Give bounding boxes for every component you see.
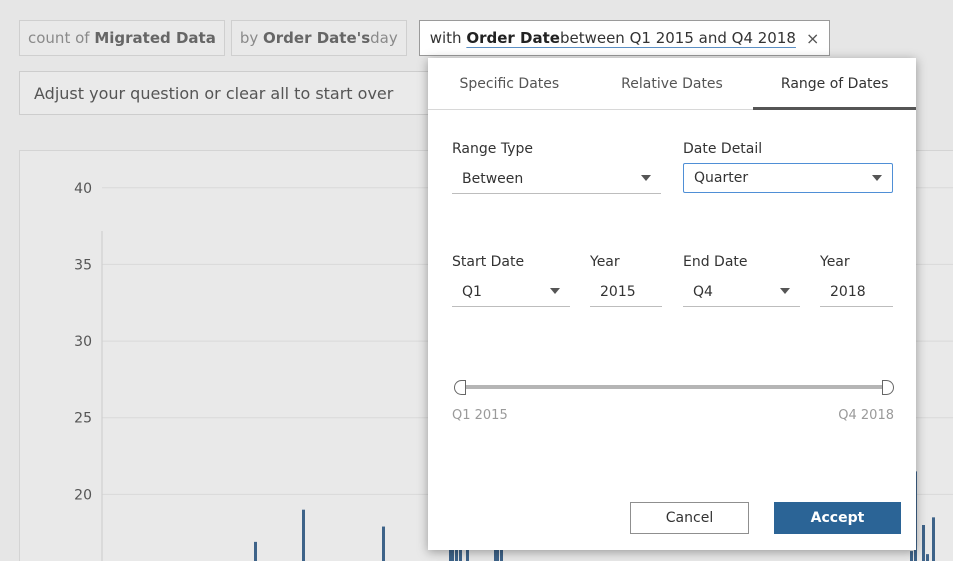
end-date-value: Q4 (693, 283, 713, 300)
bar[interactable] (926, 554, 929, 561)
dimension-pill[interactable]: by Order Date's day (230, 20, 407, 56)
range-type-label: Range Type (452, 141, 533, 157)
y-tick-label: 30 (74, 334, 92, 350)
slider-end-handle[interactable] (882, 380, 894, 395)
bar[interactable] (910, 551, 913, 561)
dimension-prefix: by (239, 29, 259, 47)
slider-start-label: Q1 2015 (452, 408, 508, 423)
slider-track (462, 385, 886, 389)
chevron-down-icon (872, 175, 882, 181)
tab-relative-dates[interactable]: Relative Dates (591, 58, 754, 109)
slider-start-handle[interactable] (454, 380, 466, 395)
dimension-field: Order Date's (263, 29, 371, 47)
accept-button[interactable]: Accept (774, 502, 901, 534)
date-filter-popup: Specific Dates Relative Dates Range of D… (428, 58, 916, 550)
date-range-slider[interactable] (454, 380, 894, 396)
bar[interactable] (302, 509, 305, 561)
date-detail-value: Quarter (694, 170, 749, 186)
chevron-down-icon (550, 288, 560, 294)
range-type-dropdown[interactable]: Between (452, 164, 661, 194)
end-year-input[interactable]: 2018 (820, 277, 893, 307)
range-type-value: Between (462, 170, 524, 187)
date-detail-dropdown[interactable]: Quarter (683, 163, 893, 193)
close-icon[interactable]: × (806, 29, 819, 48)
slider-end-label: Q4 2018 (838, 408, 894, 423)
date-detail-label: Date Detail (683, 141, 763, 157)
hint-bar[interactable]: Adjust your question or clear all to sta… (19, 71, 429, 115)
start-date-label: Start Date (452, 254, 525, 270)
dimension-suffix: day (370, 29, 398, 47)
measure-pill[interactable]: count of Migrated Data (19, 20, 225, 56)
measure-prefix: count of (28, 29, 90, 47)
cancel-button[interactable]: Cancel (630, 502, 749, 534)
end-date-label: End Date (683, 254, 748, 270)
y-tick-label: 20 (74, 487, 92, 503)
tab-range-of-dates[interactable]: Range of Dates (753, 58, 916, 110)
end-year-label: Year (820, 254, 850, 270)
bar[interactable] (922, 525, 925, 561)
start-date-value: Q1 (462, 283, 482, 300)
bar[interactable] (932, 517, 935, 561)
filter-pill[interactable]: with Order Date between Q1 2015 and Q4 2… (418, 20, 831, 56)
y-tick-label: 35 (74, 257, 92, 273)
query-bar: count of Migrated Data by Order Date's d… (19, 20, 831, 56)
start-year-label: Year (590, 254, 620, 270)
date-tabs: Specific Dates Relative Dates Range of D… (428, 58, 916, 110)
y-tick-label: 40 (74, 181, 92, 197)
start-year-input[interactable]: 2015 (590, 277, 662, 307)
end-date-dropdown[interactable]: Q4 (683, 277, 800, 307)
tab-specific-dates[interactable]: Specific Dates (428, 58, 591, 109)
bar[interactable] (382, 526, 385, 561)
measure-field: Migrated Data (94, 29, 216, 47)
filter-condition: between Q1 2015 and Q4 2018 (559, 29, 796, 47)
bar[interactable] (254, 541, 257, 561)
filter-field: Order Date (466, 29, 560, 47)
filter-prefix: with (429, 29, 462, 47)
chevron-down-icon (780, 288, 790, 294)
start-date-dropdown[interactable]: Q1 (452, 277, 570, 307)
y-tick-label: 25 (74, 411, 92, 427)
chevron-down-icon (641, 175, 651, 181)
